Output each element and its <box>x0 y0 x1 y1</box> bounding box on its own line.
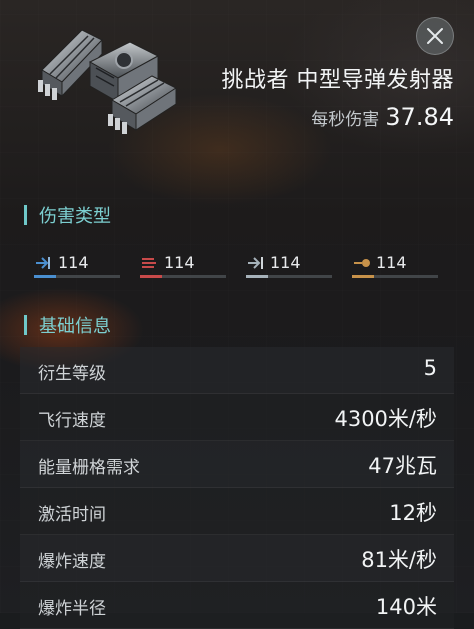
damage-type-row: 114 114 114 114 <box>34 252 444 282</box>
kinetic-damage-icon <box>246 255 266 271</box>
stat-row-activation-time: 激活时间 12秒 <box>20 488 454 535</box>
stats-table: 衍生等级 5 飞行速度 4300米/秒 能量栅格需求 47兆瓦 激活时间 12秒… <box>20 347 454 629</box>
stat-value: 5 <box>423 356 437 380</box>
dps-value: 37.84 <box>385 103 454 131</box>
damage-value: 114 <box>58 253 89 272</box>
stat-row-explosion-velocity: 爆炸速度 81米/秒 <box>20 535 454 582</box>
damage-type-thermal: 114 <box>140 252 226 280</box>
dps-label: 每秒伤害 <box>311 110 380 130</box>
stat-row-flight-speed: 飞行速度 4300米/秒 <box>20 394 454 441</box>
stat-label: 飞行速度 <box>38 411 106 431</box>
damage-type-em: 114 <box>34 252 120 280</box>
stat-row-meta-level: 衍生等级 5 <box>20 347 454 394</box>
close-icon <box>425 26 445 46</box>
stat-value: 12秒 <box>389 501 437 525</box>
stat-row-powergrid: 能量栅格需求 47兆瓦 <box>20 441 454 488</box>
stat-value: 81米/秒 <box>361 548 437 572</box>
section-accent-bar <box>24 315 27 335</box>
section-accent-bar <box>24 205 27 225</box>
section-damage-type: 伤害类型 <box>24 202 111 228</box>
damage-value: 114 <box>164 253 195 272</box>
stat-row-explosion-radius: 爆炸半径 140米 <box>20 582 454 629</box>
damage-bar-fill <box>34 275 56 278</box>
em-damage-icon <box>34 255 54 271</box>
damage-bar-fill <box>140 275 162 278</box>
stat-label: 爆炸半径 <box>38 599 106 619</box>
damage-bar <box>352 275 438 278</box>
stat-value: 47兆瓦 <box>368 454 437 478</box>
item-title: 挑战者 中型导弹发射器 <box>221 68 454 93</box>
stat-value: 4300米/秒 <box>334 407 437 431</box>
section-damage-type-label: 伤害类型 <box>39 206 111 227</box>
damage-value: 114 <box>270 253 301 272</box>
stat-value: 140米 <box>375 595 437 619</box>
stat-label: 激活时间 <box>38 505 106 525</box>
damage-bar <box>140 275 226 278</box>
damage-value: 114 <box>376 253 407 272</box>
damage-type-kinetic: 114 <box>246 252 332 280</box>
explosive-damage-icon <box>352 255 372 271</box>
missile-launcher-image <box>30 22 180 142</box>
damage-bar <box>34 275 120 278</box>
damage-bar <box>246 275 332 278</box>
stat-label: 能量栅格需求 <box>38 458 140 478</box>
damage-bar-fill <box>246 275 268 278</box>
section-basic-info: 基础信息 <box>24 312 111 338</box>
stat-label: 衍生等级 <box>38 364 106 384</box>
stat-label: 爆炸速度 <box>38 552 106 572</box>
thermal-damage-icon <box>140 255 160 271</box>
section-basic-info-label: 基础信息 <box>39 316 111 337</box>
damage-bar-fill <box>352 275 374 278</box>
dps-row: 每秒伤害 37.84 <box>311 103 454 131</box>
damage-type-explosive: 114 <box>352 252 438 280</box>
close-button[interactable] <box>416 17 454 55</box>
